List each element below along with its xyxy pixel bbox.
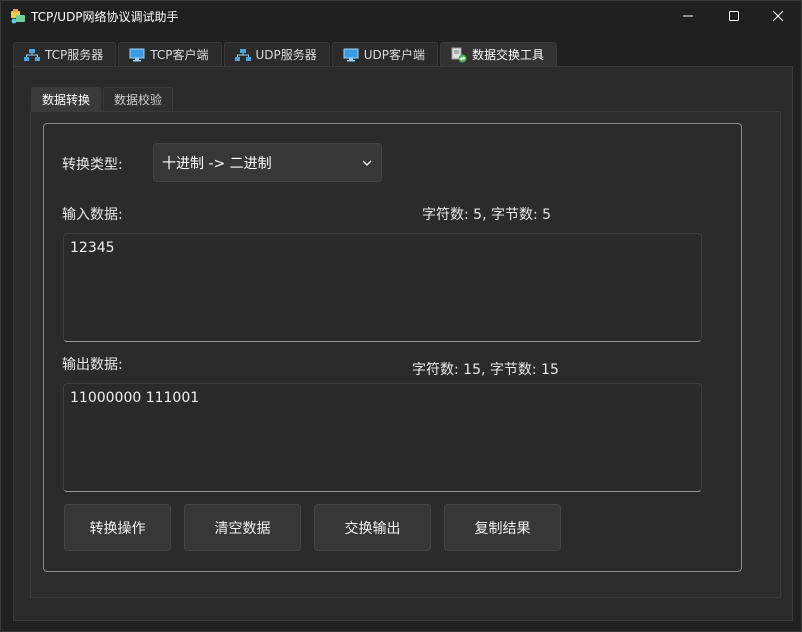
conversion-type-value: 十进制 -> 二进制 [162, 155, 272, 172]
output-data-stats: 字符数: 15, 字节数: 15 [412, 362, 559, 378]
conversion-type-label: 转换类型: [62, 157, 123, 173]
chevron-down-icon [362, 160, 372, 166]
button-label: 复制结果 [474, 520, 531, 537]
button-label: 交换输出 [344, 520, 401, 537]
clear-data-button[interactable]: 清空数据 [184, 504, 301, 551]
tab-tcp-client[interactable]: TCP客户端 [118, 42, 222, 66]
close-icon [772, 10, 784, 22]
conversion-type-select[interactable]: 十进制 -> 二进制 [153, 143, 382, 182]
window-title: TCP/UDP网络协议调试助手 [31, 10, 179, 24]
tab-label: UDP客户端 [363, 48, 426, 62]
tab-label: UDP服务器 [255, 48, 317, 62]
minimize-button[interactable] [665, 1, 711, 31]
title-bar[interactable]: TCP/UDP网络协议调试助手 [1, 1, 801, 31]
swap-output-button[interactable]: 交换输出 [314, 504, 431, 551]
tab-udp-server[interactable]: UDP服务器 [223, 42, 330, 66]
tab-label: 数据校验 [114, 93, 163, 107]
output-data-textarea[interactable]: 11000000 111001 [63, 383, 702, 492]
maximize-button[interactable] [711, 1, 757, 31]
tab-tcp-server[interactable]: TCP服务器 [13, 42, 117, 66]
input-data-label: 输入数据: [62, 207, 123, 223]
tab-label: TCP服务器 [45, 48, 104, 62]
maximize-icon [729, 11, 739, 21]
tab-label: 数据交换工具 [472, 48, 545, 62]
monitor-icon [343, 48, 359, 61]
main-tab-bar: TCP服务器 TCP客户端 UDP服务器 UDP客户端 数据交换工具 [13, 42, 558, 66]
convert-button[interactable]: 转换操作 [64, 504, 171, 551]
tab-udp-client[interactable]: UDP客户端 [331, 42, 439, 66]
close-button[interactable] [755, 1, 801, 31]
document-exchange-icon [451, 47, 467, 62]
button-label: 转换操作 [89, 520, 146, 537]
sub-tab-bar: 数据转换 数据校验 [31, 87, 174, 111]
button-label: 清空数据 [214, 520, 271, 537]
app-logo-icon [9, 7, 27, 25]
output-data-label: 输出数据: [62, 357, 123, 373]
network-icon [24, 48, 40, 61]
copy-result-button[interactable]: 复制结果 [444, 504, 561, 551]
minimize-icon [683, 15, 693, 17]
tab-label: TCP客户端 [150, 48, 209, 62]
tab-label: 数据转换 [42, 93, 91, 107]
input-data-textarea[interactable]: 12345 [63, 233, 702, 342]
monitor-icon [129, 48, 145, 61]
app-window: TCP/UDP网络协议调试助手 TCP服务器 TCP客户端 UDP服务器 UDP… [0, 0, 802, 632]
input-data-stats: 字符数: 5, 字节数: 5 [422, 207, 552, 223]
network-icon [234, 48, 251, 61]
tab-data-checksum[interactable]: 数据校验 [103, 87, 174, 111]
tab-data-exchange-tool[interactable]: 数据交换工具 [440, 42, 558, 66]
tab-data-conversion[interactable]: 数据转换 [31, 87, 102, 111]
